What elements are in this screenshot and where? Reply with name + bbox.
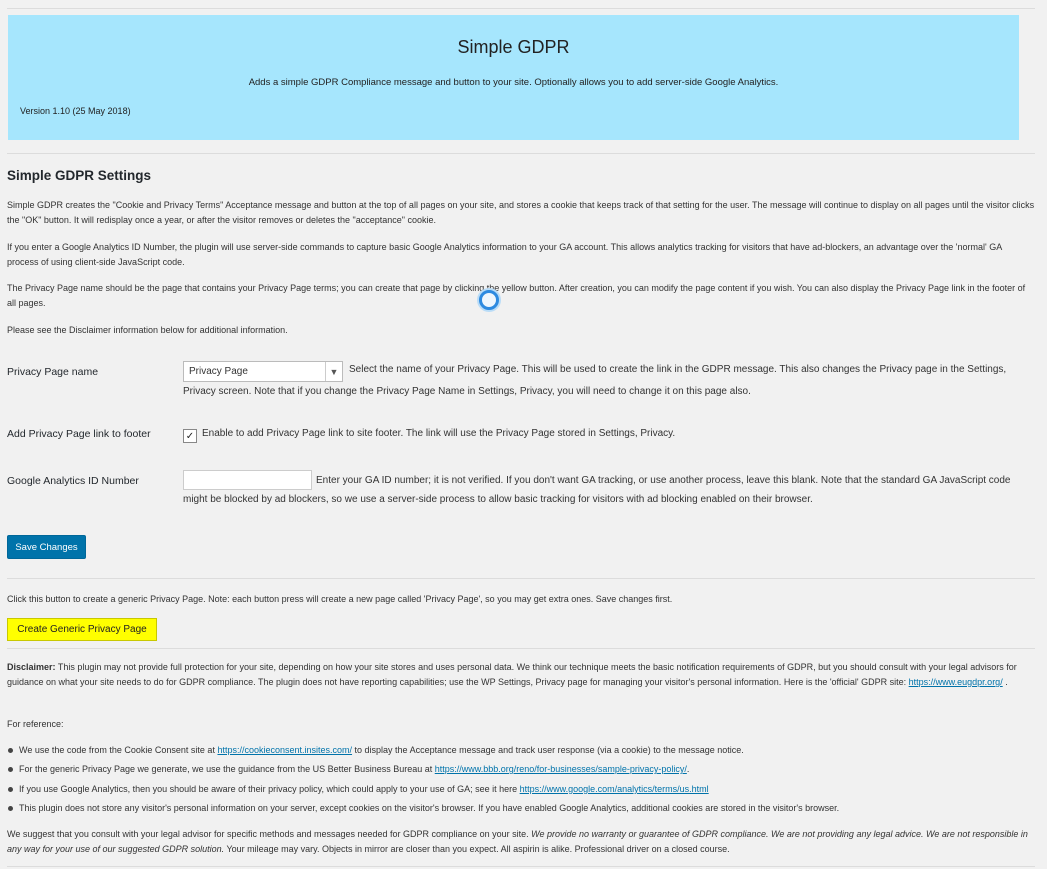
footer-link-checkbox[interactable]: ✓: [183, 429, 197, 443]
cookieconsent-link[interactable]: https://cookieconsent.insites.com/: [217, 745, 352, 755]
disclaimer-after-link: .: [1002, 677, 1008, 687]
save-divider: [7, 578, 1035, 579]
ga-id-label: Google Analytics ID Number: [7, 475, 139, 487]
create-page-note: Click this button to create a generic Pr…: [7, 594, 673, 604]
disclaimer-text: This plugin may not provide full protect…: [7, 662, 1017, 687]
reference-item: For the generic Privacy Page we generate…: [7, 762, 689, 777]
privacy-page-description: Select the name of your Privacy Page. Th…: [183, 364, 1007, 397]
footer-link-label: Add Privacy Page link to footer: [7, 428, 151, 440]
create-privacy-page-button[interactable]: Create Generic Privacy Page: [7, 618, 157, 641]
privacy-page-label: Privacy Page name: [7, 366, 99, 378]
intro-paragraph-4: Please see the Disclaimer information be…: [7, 325, 288, 335]
create-divider: [7, 648, 1035, 649]
reference-text-after: to display the Acceptance message and tr…: [352, 745, 744, 755]
banner-title: Simple GDPR: [457, 37, 570, 57]
bottom-divider: [7, 866, 1035, 867]
closing-paragraph: We suggest that you consult with your le…: [7, 827, 1035, 857]
intro-paragraph-3: The Privacy Page name should be the page…: [7, 283, 1026, 308]
save-changes-button[interactable]: Save Changes: [7, 535, 86, 559]
google-analytics-terms-link[interactable]: https://www.google.com/analytics/terms/u…: [520, 784, 709, 794]
reference-item: We use the code from the Cookie Consent …: [7, 743, 744, 758]
reference-text: If you use Google Analytics, then you sh…: [19, 784, 520, 794]
reference-text-after: .: [686, 764, 690, 774]
eugdpr-link[interactable]: https://www.eugdpr.org/: [909, 677, 1003, 687]
bbb-link[interactable]: https://www.bbb.org/reno/for-businesses/…: [435, 764, 687, 774]
bullet-icon: [8, 805, 13, 811]
reference-item: If you use Google Analytics, then you sh…: [7, 782, 709, 797]
reference-item: This plugin does not store any visitor's…: [7, 801, 839, 816]
reference-text: We use the code from the Cookie Consent …: [19, 745, 218, 755]
reference-text: This plugin does not store any visitor's…: [19, 803, 840, 813]
reference-label: For reference:: [7, 719, 64, 729]
reference-text: For the generic Privacy Page we generate…: [19, 764, 435, 774]
banner-version: Version 1.10 (25 May 2018): [20, 106, 131, 116]
top-divider: [7, 8, 1035, 9]
banner-description: Adds a simple GDPR Compliance message an…: [248, 77, 779, 88]
banner-divider: [7, 153, 1035, 154]
bullet-icon: [8, 747, 13, 753]
ga-id-description: Enter your GA ID number; it is not verif…: [183, 475, 1011, 505]
plugin-banner: Simple GDPR Adds a simple GDPR Complianc…: [8, 15, 1019, 140]
loading-spinner-icon: [479, 290, 499, 310]
disclaimer-label: Disclaimer:: [7, 662, 56, 672]
settings-heading: Simple GDPR Settings: [7, 168, 152, 183]
checkmark-icon: ✓: [185, 430, 195, 442]
closing-tail-text: Your mileage may vary. Objects in mirror…: [224, 844, 730, 854]
disclaimer-paragraph: Disclaimer: This plugin may not provide …: [7, 660, 1035, 690]
intro-paragraph-2: If you enter a Google Analytics ID Numbe…: [7, 242, 1002, 267]
bullet-icon: [8, 766, 13, 772]
bullet-icon: [8, 786, 13, 792]
footer-link-description: Enable to add Privacy Page link to site …: [202, 428, 676, 439]
intro-paragraph-1: Simple GDPR creates the "Cookie and Priv…: [7, 200, 1035, 225]
closing-text: We suggest that you consult with your le…: [7, 829, 532, 839]
